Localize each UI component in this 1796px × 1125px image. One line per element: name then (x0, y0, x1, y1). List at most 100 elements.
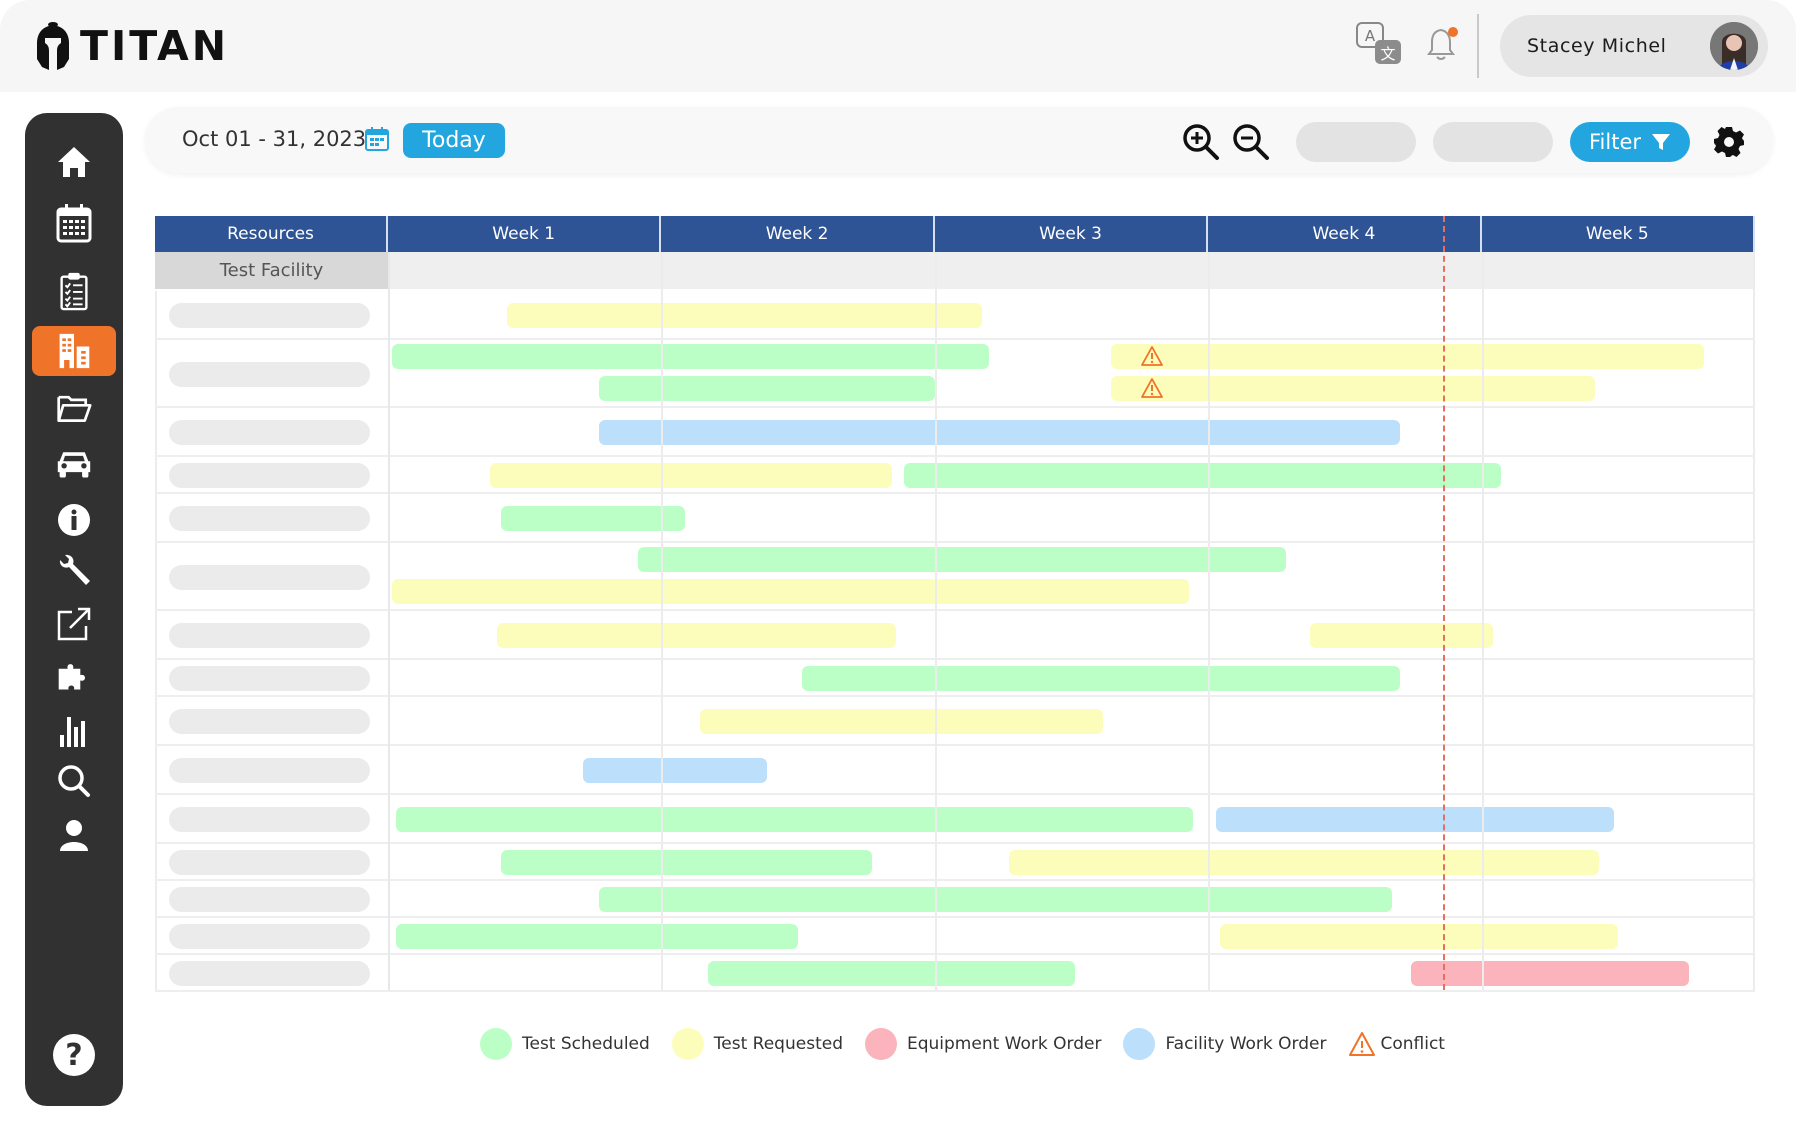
resource-name-placeholder[interactable] (169, 887, 370, 912)
bar-chart-icon (60, 717, 85, 747)
resource-name-placeholder[interactable] (169, 666, 370, 691)
schedule-bar-scheduled[interactable] (501, 506, 685, 531)
schedule-bar-requested[interactable] (507, 303, 982, 328)
sidebar: ? (25, 113, 123, 1106)
schedule-bar-requested[interactable] (1309, 623, 1494, 648)
sidebar-item-folders[interactable] (32, 383, 116, 433)
resource-name-placeholder[interactable] (169, 506, 370, 531)
resource-name-placeholder[interactable] (169, 463, 370, 488)
sidebar-item-plugins[interactable] (32, 651, 116, 701)
schedule-bar-scheduled[interactable] (501, 850, 873, 875)
sidebar-item-info[interactable] (32, 495, 116, 545)
legend-label: Conflict (1380, 1034, 1445, 1054)
week-gridline (388, 252, 390, 990)
resource-name-placeholder[interactable] (169, 564, 370, 590)
resource-row (155, 611, 1755, 660)
schedule-grid: Resources Week 1 Week 2 Week 3 Week 4 Week 5… (155, 216, 1755, 992)
search-icon (58, 765, 90, 797)
schedule-bar-scheduled[interactable] (395, 807, 1193, 832)
date-range: Oct 01 - 31, 2023 (182, 127, 367, 151)
placeholder-button-1[interactable] (1296, 122, 1416, 162)
resource-name-placeholder[interactable] (169, 623, 370, 648)
schedule-toolbar: Oct 01 - 31, 2023 Today Filter (145, 107, 1773, 173)
puzzle-icon (58, 664, 86, 690)
sidebar-item-reports[interactable] (32, 706, 116, 756)
user-menu[interactable]: Stacey Michel (1500, 15, 1768, 77)
external-link-icon (57, 607, 91, 641)
resource-name-placeholder[interactable] (169, 420, 370, 445)
schedule-bar-requested[interactable] (700, 709, 1103, 734)
sidebar-item-home[interactable] (32, 137, 116, 187)
filter-icon (1652, 134, 1670, 150)
schedule-bar-scheduled[interactable] (637, 547, 1287, 572)
sidebar-item-tools[interactable] (32, 545, 116, 595)
sidebar-item-profile[interactable] (32, 810, 116, 860)
schedule-bar-equipment[interactable] (1411, 961, 1689, 986)
resource-row (155, 291, 1755, 340)
schedule-bar-requested[interactable] (1110, 376, 1595, 401)
schedule-bar-requested[interactable] (1009, 850, 1599, 875)
schedule-bar-requested[interactable] (391, 579, 1189, 604)
translate-icon[interactable]: A 文 (1356, 22, 1402, 66)
legend-item-scheduled: Test Scheduled (480, 1028, 650, 1060)
sidebar-item-external[interactable] (32, 599, 116, 649)
gear-icon[interactable] (1713, 126, 1745, 158)
help-button[interactable]: ? (32, 1030, 116, 1080)
avatar (1710, 22, 1758, 70)
schedule-bar-scheduled[interactable] (708, 961, 1076, 986)
home-icon (58, 147, 90, 177)
legend-item-conflict: Conflict (1348, 1031, 1445, 1057)
zoom-in-icon[interactable] (1181, 122, 1221, 162)
schedule-bar-facility[interactable] (598, 420, 1400, 445)
schedule-bar-facility[interactable] (1216, 807, 1615, 832)
sidebar-item-vehicles[interactable] (32, 439, 116, 489)
resource-name-placeholder[interactable] (169, 961, 370, 986)
sidebar-item-facilities[interactable] (32, 326, 116, 376)
calendar-picker-icon[interactable] (364, 126, 390, 152)
schedule-bar-requested[interactable] (1110, 344, 1705, 369)
schedule-bar-scheduled[interactable] (903, 463, 1502, 488)
conflict-warning-icon[interactable] (1140, 345, 1163, 367)
schedule-bar-requested[interactable] (497, 623, 896, 648)
conflict-warning-icon[interactable] (1140, 377, 1163, 399)
schedule-bar-requested[interactable] (489, 463, 892, 488)
legend-label: Facility Work Order (1165, 1034, 1327, 1054)
zoom-out-icon[interactable] (1231, 122, 1271, 162)
schedule-bar-scheduled[interactable] (391, 344, 990, 369)
week-gridline (1208, 252, 1211, 990)
svg-text:文: 文 (1380, 45, 1395, 63)
filter-button[interactable]: Filter (1570, 122, 1690, 162)
schedule-bar-scheduled[interactable] (598, 376, 935, 401)
schedule-bar-scheduled[interactable] (395, 924, 799, 949)
today-button[interactable]: Today (403, 123, 505, 158)
top-bar: TITAN A 文 Stacey Michel (0, 0, 1796, 92)
resource-name-placeholder[interactable] (169, 758, 370, 783)
sidebar-item-calendar[interactable] (32, 198, 116, 248)
week-header: Week 5 (1482, 216, 1755, 252)
sidebar-item-checklist[interactable] (32, 266, 116, 316)
resource-name-placeholder[interactable] (169, 807, 370, 832)
legend-swatch-facility (1123, 1028, 1156, 1060)
resource-name-placeholder[interactable] (169, 361, 370, 387)
resource-name-placeholder[interactable] (169, 303, 370, 328)
week-header: Week 2 (661, 216, 935, 252)
placeholder-button-2[interactable] (1433, 122, 1553, 162)
resource-name-placeholder[interactable] (169, 850, 370, 875)
legend-label: Test Scheduled (522, 1034, 650, 1054)
spartan-helmet-icon (37, 22, 69, 70)
resource-row (155, 955, 1755, 992)
schedule-bar-requested[interactable] (1219, 924, 1619, 949)
schedule-bar-facility[interactable] (583, 758, 767, 783)
facility-group-row[interactable]: Test Facility (155, 252, 1755, 289)
schedule-bar-scheduled[interactable] (802, 666, 1400, 691)
resource-name-placeholder[interactable] (169, 709, 370, 734)
bell-icon[interactable] (1426, 26, 1460, 62)
schedule-bar-scheduled[interactable] (598, 887, 1392, 912)
resource-name-placeholder[interactable] (169, 924, 370, 949)
logo[interactable]: TITAN (36, 20, 229, 72)
resource-row (155, 660, 1755, 697)
sidebar-item-search[interactable] (32, 756, 116, 806)
user-icon (60, 820, 88, 851)
wrench-icon (59, 554, 90, 585)
resource-row (155, 795, 1755, 844)
